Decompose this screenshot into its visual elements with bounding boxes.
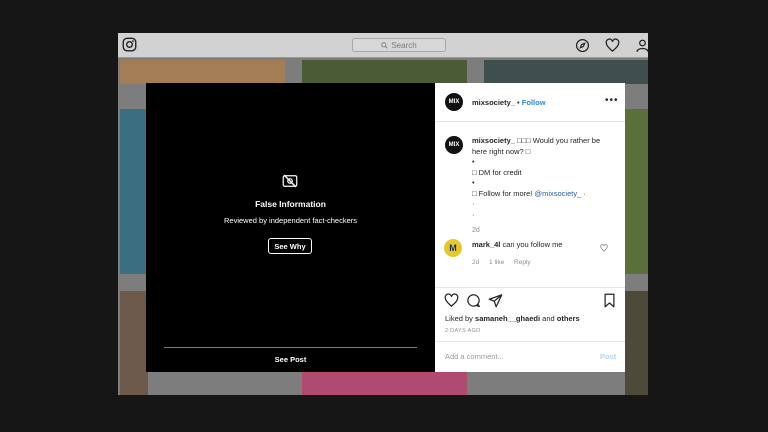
- liked-by-prefix: Liked by: [445, 314, 476, 323]
- comment-avatar[interactable]: M: [444, 239, 462, 257]
- caption-dot-3: ·: [472, 199, 475, 208]
- caption-username[interactable]: mixsociety_: [472, 136, 515, 145]
- caption-mention-link[interactable]: @mixsociety_: [534, 189, 581, 198]
- share-send-icon[interactable]: [488, 293, 503, 308]
- comment-bubble-icon[interactable]: [466, 293, 481, 308]
- post-header-user: mixsociety_ • Follow: [472, 98, 546, 107]
- top-nav-bar: Search: [118, 33, 648, 58]
- grid-tile-row1-col2[interactable]: [302, 60, 467, 84]
- explore-compass-icon[interactable]: [575, 38, 590, 53]
- separator-dot: •: [517, 98, 520, 107]
- grid-tile-row1-col3[interactable]: [484, 60, 648, 84]
- avatar[interactable]: MIX: [445, 93, 463, 111]
- post-username[interactable]: mixsociety_: [472, 98, 515, 107]
- overlay-divider: [164, 347, 417, 348]
- caption-line-3: □ Follow for more!: [472, 188, 535, 198]
- comment-input-divider: [435, 341, 625, 342]
- post-caption: mixsociety_ □□□ Would you rather be here…: [472, 136, 614, 220]
- post-header: MIX mixsociety_ • Follow •••: [435, 83, 625, 122]
- comment-text: can you follow me: [502, 240, 563, 249]
- post-details-panel: MIX mixsociety_ • Follow ••• MIX mixsoci…: [435, 83, 625, 372]
- grid-tile-row2-col1[interactable]: [120, 109, 148, 274]
- comment-meta: 2d 1 like Reply: [472, 259, 539, 266]
- search-placeholder: Search: [391, 40, 417, 50]
- instagram-logo-icon[interactable]: [122, 37, 137, 52]
- post-comment-button[interactable]: Post: [600, 352, 616, 361]
- liked-by-and: and: [540, 314, 557, 323]
- grid-tile-row1-col1[interactable]: [120, 60, 285, 84]
- caption-dot-2: •: [472, 178, 475, 187]
- comment-likes[interactable]: 1 like: [489, 259, 504, 266]
- more-options-icon[interactable]: •••: [605, 95, 619, 106]
- partial-comment-row: [435, 279, 625, 285]
- caption-dot-4: ·: [472, 209, 475, 219]
- search-input[interactable]: Search: [352, 38, 446, 52]
- comment-username[interactable]: mark_4l: [472, 240, 500, 249]
- grid-tile-row3-col2[interactable]: [302, 372, 467, 395]
- post-date: 2 DAYS AGO: [445, 328, 481, 334]
- comment-time: 2d: [472, 259, 480, 266]
- caption-time: 2d: [472, 227, 480, 234]
- liked-by-user[interactable]: samaneh__ghaedi: [475, 314, 540, 323]
- caption-mention-suffix: ·: [581, 188, 586, 198]
- comment-like-heart-icon[interactable]: [600, 244, 608, 252]
- grid-tile-row2-col3[interactable]: [625, 109, 648, 274]
- comment-reply-button[interactable]: Reply: [514, 259, 531, 266]
- grid-tile-row3-col3[interactable]: [625, 291, 648, 395]
- caption-dot-1: •: [472, 157, 475, 166]
- actions-divider: [435, 287, 625, 288]
- liked-by-text: Liked by samaneh__ghaedi and others: [445, 314, 580, 323]
- add-comment-input[interactable]: Add a comment...: [445, 352, 504, 361]
- comment-row: mark_4l can you follow me: [472, 240, 562, 249]
- bookmark-save-icon[interactable]: [603, 293, 616, 308]
- false-information-title: False Information: [255, 199, 326, 209]
- search-icon: [381, 41, 388, 49]
- liked-by-others[interactable]: others: [557, 314, 580, 323]
- eye-slash-icon: [282, 174, 298, 188]
- avatar-text: MIX: [448, 99, 460, 105]
- fact-checker-subtitle: Reviewed by independent fact-checkers: [224, 216, 357, 225]
- like-heart-icon[interactable]: [444, 293, 459, 308]
- profile-icon[interactable]: [635, 38, 648, 53]
- post-media-overlay: [146, 83, 435, 372]
- grid-tile-row3-col1[interactable]: [120, 291, 148, 395]
- follow-button[interactable]: Follow: [522, 98, 546, 107]
- see-why-button[interactable]: See Why: [268, 238, 312, 254]
- caption-line-2: □ DM for credit: [472, 167, 522, 177]
- see-post-button[interactable]: See Post: [146, 355, 435, 364]
- caption-avatar-text: MIX: [448, 142, 460, 148]
- heart-icon[interactable]: [605, 38, 620, 53]
- caption-avatar[interactable]: MIX: [445, 136, 463, 154]
